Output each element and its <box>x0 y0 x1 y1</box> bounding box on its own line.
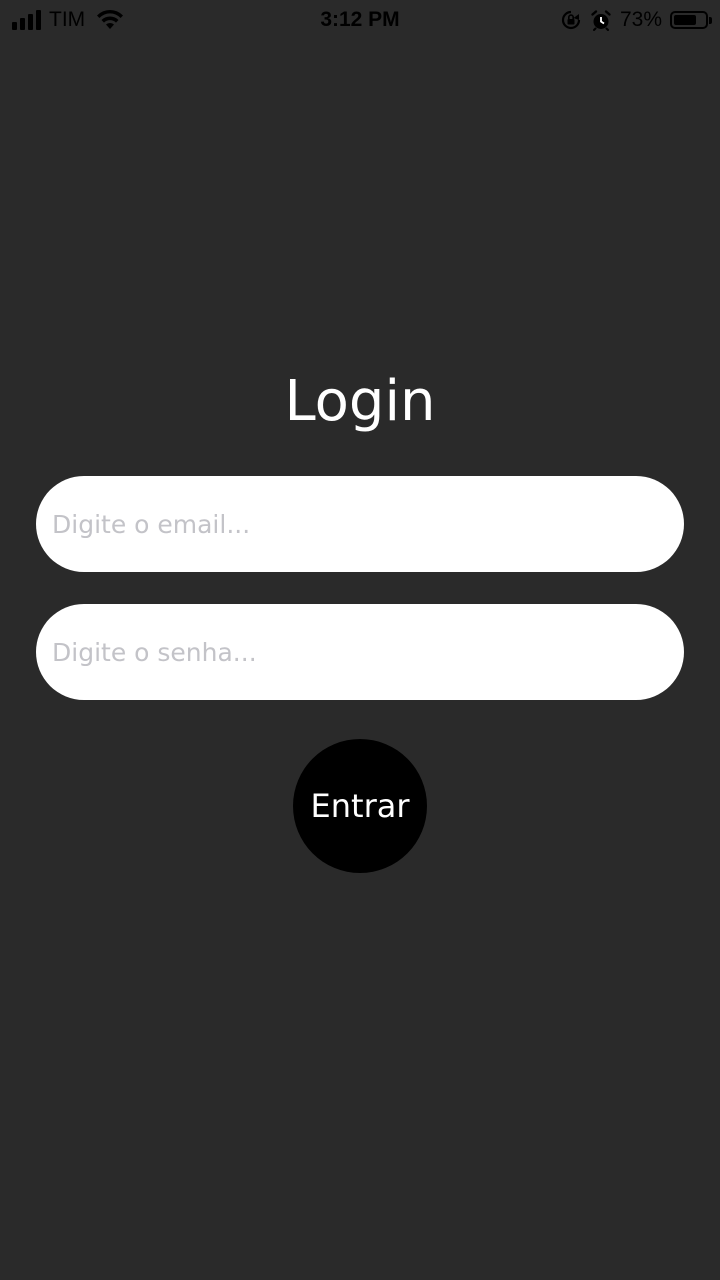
password-field[interactable] <box>36 604 684 700</box>
battery-level-fill <box>674 15 696 25</box>
status-bar: TIM 3:12 PM 73% <box>0 0 720 40</box>
page-title: Login <box>284 369 436 434</box>
battery-percent: 73% <box>619 8 662 31</box>
login-screen: TIM 3:12 PM 73% Login Digite o email... … <box>0 0 720 1280</box>
email-field[interactable] <box>36 476 684 572</box>
submit-button[interactable]: Entrar <box>293 739 427 873</box>
orientation-lock-icon <box>561 10 581 30</box>
battery-tip <box>709 17 712 24</box>
battery-icon <box>670 11 712 29</box>
status-right: 73% <box>560 6 712 34</box>
alarm-icon <box>591 10 611 31</box>
